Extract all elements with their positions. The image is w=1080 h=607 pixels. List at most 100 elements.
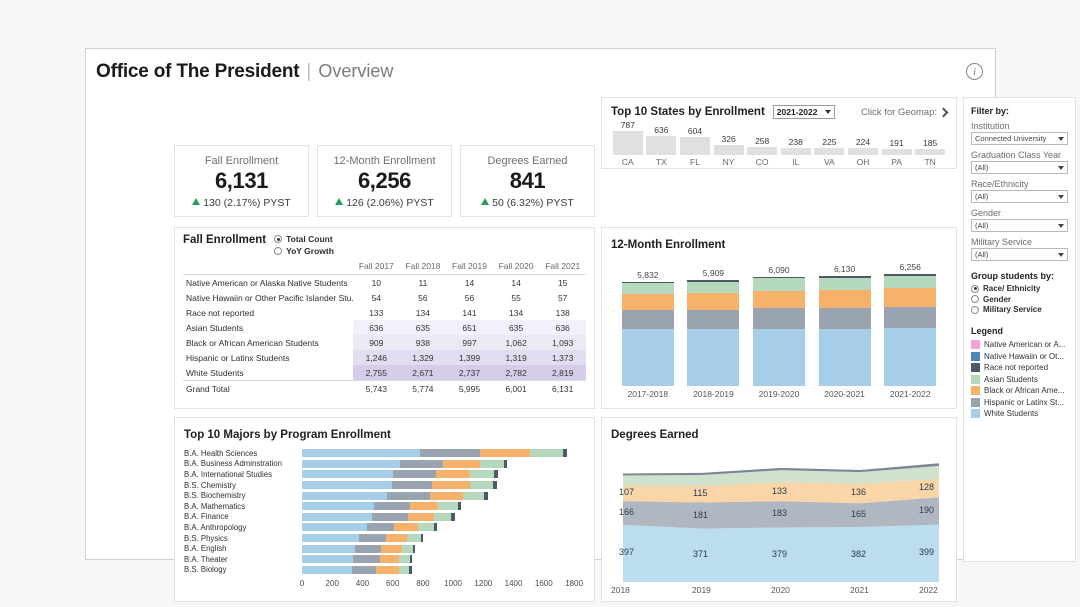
major-segment — [451, 513, 455, 521]
major-segment — [355, 545, 381, 553]
radio-icon[interactable] — [274, 247, 282, 255]
radio-option-0[interactable]: Total Count — [274, 234, 334, 244]
table-cell: 11 — [400, 275, 447, 291]
kpi-delta-text: 50 (6.32%) PYST — [492, 197, 574, 209]
major-row[interactable]: B.S. Biology — [184, 565, 585, 576]
major-row[interactable]: B.A. Theater — [184, 554, 585, 565]
major-segment — [420, 449, 480, 457]
geomap-link[interactable]: Click for Geomap: — [861, 107, 947, 118]
row-label: Asian Students — [183, 320, 353, 335]
major-row[interactable]: B.S. Physics — [184, 533, 585, 544]
state-value: 185 — [923, 138, 937, 148]
legend-item-6[interactable]: White Students — [971, 409, 1068, 418]
panel-filters: Filter by: InstitutionConnected Universi… — [963, 97, 1076, 562]
table-row[interactable]: Hispanic or Latinx Students1,2461,3291,3… — [183, 350, 586, 365]
major-segment — [432, 481, 471, 489]
axis-tick: 2022 — [919, 585, 938, 595]
table-row[interactable]: Race not reported133134141134138 — [183, 305, 586, 320]
area-value-label: 166 — [619, 507, 634, 517]
filter-select-0[interactable]: Connected University — [971, 132, 1068, 145]
bar-column[interactable]: 6,0902019-2020 — [746, 259, 812, 399]
table-row[interactable]: White Students2,7552,6712,7372,7822,819 — [183, 365, 586, 381]
radio-option-1[interactable]: YoY Growth — [274, 246, 334, 256]
state-bar-item[interactable]: 185 TN — [913, 138, 947, 167]
legend-item-2[interactable]: Race not reported — [971, 363, 1068, 372]
table-cell: 1,329 — [400, 350, 447, 365]
kpi-card-12-month-enrollment: 12-Month Enrollment 6,256 126 (2.06%) PY… — [317, 145, 452, 217]
group-option-2[interactable]: Military Service — [971, 305, 1068, 314]
major-row[interactable]: B.A. International Studies — [184, 469, 585, 480]
legend-item-4[interactable]: Black or African Ame... — [971, 386, 1068, 395]
axis-tick: 2019 — [692, 585, 711, 595]
legend-item-0[interactable]: Native American or A... — [971, 340, 1068, 349]
state-abbr: TN — [924, 157, 935, 167]
filter-select-1[interactable]: (All) — [971, 161, 1068, 174]
year-select[interactable]: 2021-2022 — [773, 105, 835, 119]
major-row[interactable]: B.A. Anthropology — [184, 522, 585, 533]
radio-icon[interactable] — [971, 295, 979, 303]
legend-item-1[interactable]: Native Hawaiin or Ot... — [971, 352, 1068, 361]
bar-category-label: 2020-2021 — [824, 389, 865, 399]
state-bar-item[interactable]: 224OH — [846, 137, 880, 167]
table-row[interactable]: Black or African American Students909938… — [183, 335, 586, 350]
state-bar-item[interactable]: 238IL — [779, 137, 813, 167]
area-value-label: 399 — [919, 547, 934, 557]
state-bar — [814, 148, 844, 155]
major-segment — [400, 460, 443, 468]
legend-swatch — [971, 352, 980, 361]
state-bar-item[interactable]: 258CO — [745, 136, 779, 167]
state-bar-item[interactable]: 326NY — [712, 134, 746, 167]
total-cell: 6,001 — [493, 381, 540, 397]
kpi-delta-text: 126 (2.06%) PYST — [346, 197, 434, 209]
radio-icon[interactable] — [971, 306, 979, 314]
state-bar-item[interactable]: 636TX — [645, 125, 679, 167]
legend-list: Native American or A... Native Hawaiin or… — [971, 340, 1068, 418]
filter-select-4[interactable]: (All) — [971, 248, 1068, 261]
column-header: Fall 2020 — [493, 260, 540, 275]
state-bar-item[interactable]: 225VA — [813, 137, 847, 167]
group-option-1[interactable]: Gender — [971, 295, 1068, 304]
table-cell: 2,671 — [400, 365, 447, 381]
legend-item-5[interactable]: Hispanic or Latinx St... — [971, 398, 1068, 407]
area-value-label: 183 — [772, 508, 787, 518]
table-cell: 635 — [493, 320, 540, 335]
group-option-0[interactable]: Race/ Ethnicity — [971, 284, 1068, 293]
major-row[interactable]: B.A. Business Adminstration — [184, 459, 585, 470]
filter-select-2[interactable]: (All) — [971, 190, 1068, 203]
kpi-label: Fall Enrollment — [175, 155, 308, 167]
major-row[interactable]: B.A. English — [184, 543, 585, 554]
bar-column[interactable]: 6,2562021-2022 — [877, 259, 943, 399]
major-row[interactable]: B.S. Biochemistry — [184, 490, 585, 501]
major-row[interactable]: B.A. Finance — [184, 512, 585, 523]
bar-column[interactable]: 5,8322017-2018 — [615, 259, 681, 399]
bar-total-label: 5,832 — [637, 270, 658, 280]
table-row[interactable]: Native American or Alaska Native Student… — [183, 275, 586, 291]
state-bar-item[interactable]: 191PA — [880, 138, 914, 167]
table-row[interactable]: Native Hawaiin or Other Pacific Islander… — [183, 290, 586, 305]
legend-item-3[interactable]: Asian Students — [971, 375, 1068, 384]
axis-tick: 1000 — [444, 579, 462, 588]
state-bar-item[interactable]: 787CA — [611, 120, 645, 167]
radio-icon[interactable] — [274, 235, 282, 243]
info-icon[interactable]: i — [966, 63, 983, 80]
filter-select-3[interactable]: (All) — [971, 219, 1068, 232]
table-cell: 909 — [353, 335, 400, 350]
kpi-card-fall-enrollment: Fall Enrollment 6,131 130 (2.17%) PYST — [174, 145, 309, 217]
legend-title: Legend — [971, 326, 1068, 336]
table-row[interactable]: Asian Students636635651635636 — [183, 320, 586, 335]
legend-swatch — [971, 363, 980, 372]
total-cell: 5,995 — [446, 381, 493, 397]
major-row[interactable]: B.A. Mathematics — [184, 501, 585, 512]
bar-column[interactable]: 6,1302020-2021 — [812, 259, 878, 399]
state-abbr: IL — [792, 157, 799, 167]
area-value-label: 181 — [693, 510, 708, 520]
radio-icon[interactable] — [971, 285, 979, 293]
bar-column[interactable]: 5,9092018-2019 — [681, 259, 747, 399]
state-abbr: CO — [756, 157, 769, 167]
kpi-label: Degrees Earned — [461, 155, 594, 167]
panel-12-month-enrollment: 12-Month Enrollment 5,8322017-20185,9092… — [601, 227, 957, 409]
state-bar-item[interactable]: 604FL — [678, 126, 712, 167]
major-row[interactable]: B.S. Chemistry — [184, 480, 585, 491]
major-row[interactable]: B.A. Health Sciences — [184, 448, 585, 459]
major-track — [302, 555, 585, 563]
